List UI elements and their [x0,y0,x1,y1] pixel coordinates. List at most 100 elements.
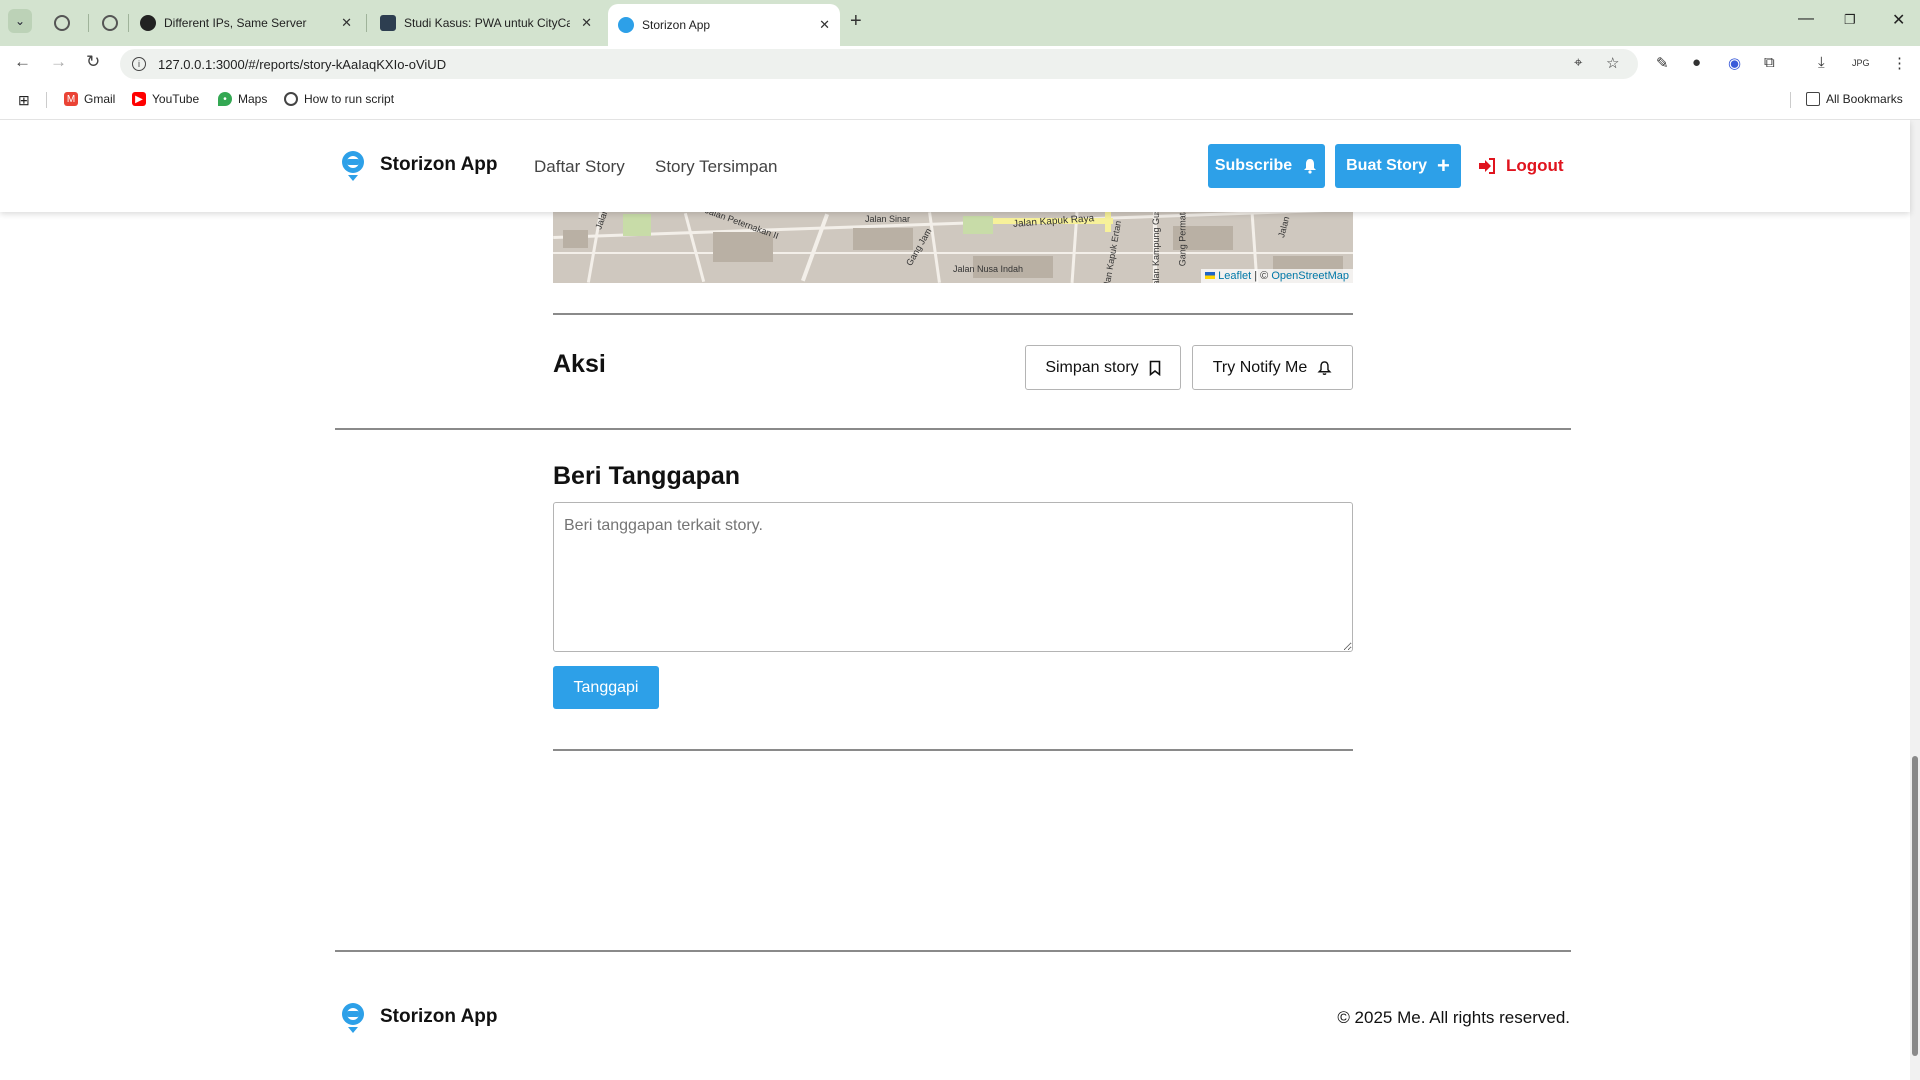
reload-icon[interactable]: ↻ [86,52,100,72]
download-icon[interactable]: ⤓ [1818,54,1825,71]
bookmark-icon [1149,360,1160,376]
subscribe-label: Subscribe [1214,157,1293,174]
folder-icon [1806,92,1820,106]
create-story-label: Buat Story [1346,157,1428,174]
divider [553,313,1353,315]
tab-search-icon[interactable]: ⌄ [8,9,32,33]
all-bookmarks-label: All Bookmarks [1826,92,1903,106]
nav-daftar-story[interactable]: Daftar Story [534,157,625,177]
page-scrollbar[interactable] [1910,120,1920,1080]
tab-1[interactable] [44,6,84,40]
forward-icon[interactable]: → [50,52,67,72]
menu-icon[interactable]: ⋮ [1892,54,1907,72]
bell-icon [1304,159,1317,174]
location-icon[interactable]: ⌖ [1574,54,1582,71]
star-icon[interactable]: ☆ [1606,54,1619,72]
pen-icon[interactable]: ✎ [1656,54,1669,72]
submit-comment-button[interactable]: Tanggapi [553,666,659,709]
leaflet-link[interactable]: Leaflet [1218,270,1251,282]
browser-toolbar: ← → ↻ i 127.0.0.1:3000/#/reports/story-k… [0,46,1920,80]
apps-icon[interactable]: ⊞ [18,92,30,109]
bookmark-maps[interactable]: • Maps [218,92,267,106]
footer-brand-name: Storizon App [380,1006,498,1027]
logout-button[interactable]: Logout [1478,156,1564,176]
minimize-button[interactable]: — [1798,10,1814,28]
tab-3[interactable]: Different IPs, Same Server ✕ [130,6,362,40]
bookmarks-bar: ⊞ M Gmail ▶ YouTube • Maps How to run sc… [0,80,1920,120]
bookmark-script[interactable]: How to run script [284,92,394,106]
page-viewport: Storizon App Daftar Story Story Tersimpa… [0,120,1920,1080]
story-map[interactable]: Jalan Jalan Peternakan II Jalan Sinar Ja… [553,212,1353,283]
map-attribution: Leaflet | © OpenStreetMap [1201,269,1353,283]
bookmark-label: Gmail [84,92,116,106]
comment-title: Beri Tanggapan [553,462,741,490]
maps-icon: • [218,92,232,106]
close-icon[interactable]: ✕ [341,15,352,31]
bell-icon [1317,360,1332,375]
tab-2[interactable] [92,6,132,40]
restore-button[interactable]: ❐ [1844,12,1856,28]
scrollbar-thumb[interactable] [1912,756,1918,1056]
subscribe-button[interactable]: Subscribe [1208,144,1325,188]
site-info-icon[interactable]: i [132,57,146,71]
new-tab-button[interactable]: + [850,10,862,33]
url-text: 127.0.0.1:3000/#/reports/story-kAaIaqKXI… [158,56,447,72]
comment-textarea[interactable] [553,502,1353,652]
map-label: Jalan Sinar [865,214,911,224]
brand-name: Storizon App [380,154,498,175]
bookmark-label: YouTube [152,92,200,106]
storizon-logo-icon [342,151,364,181]
back-icon[interactable]: ← [14,52,31,72]
map-label: Gang Permata [1177,212,1188,267]
bookmark-label: Maps [238,92,268,106]
copyright-text: © 2025 Me. All rights reserved. [1337,1008,1570,1027]
save-story-button[interactable]: Simpan story [1025,345,1181,390]
close-icon[interactable]: ✕ [819,17,830,33]
extension-icon[interactable]: ● [1692,54,1701,71]
osm-link[interactable]: OpenStreetMap [1271,270,1349,282]
nav-story-tersimpan[interactable]: Story Tersimpan [655,157,778,177]
browser-tab-bar: ⌄ Different IPs, Same Server ✕ Studi Kas… [0,0,1920,46]
actions-title: Aksi [553,350,606,378]
youtube-icon: ▶ [132,92,146,106]
bookmark-youtube[interactable]: ▶ YouTube [132,92,199,106]
tab-active[interactable]: Storizon App ✕ [608,4,840,46]
logout-label: Logout [1506,156,1564,175]
save-story-label: Simpan story [1045,358,1139,376]
globe-icon [54,15,70,31]
close-icon[interactable]: ✕ [581,15,592,31]
plus-icon: + [1437,153,1450,178]
divider [335,428,1571,430]
app-header: Storizon App Daftar Story Story Tersimpa… [0,120,1910,212]
storizon-logo-icon [342,1003,364,1033]
try-notify-label: Try Notify Me [1212,358,1308,376]
extension-icon[interactable]: ◉ [1728,54,1741,72]
footer-brand[interactable]: Storizon App [338,1000,498,1034]
map-label: Jalan [1276,215,1292,239]
chatgpt-icon [140,15,156,31]
map-label: Jalan [593,212,611,231]
close-window-button[interactable]: ✕ [1892,10,1905,30]
map-label: Jalan Kapuk Raya [1012,213,1095,230]
globe-icon [102,15,118,31]
tab-4[interactable]: Studi Kasus: PWA untuk CityCar ✕ [370,6,602,40]
try-notify-button[interactable]: Try Notify Me [1192,345,1353,390]
create-story-button[interactable]: Buat Story + [1335,144,1461,188]
tab-title: Storizon App [642,18,711,32]
address-bar[interactable]: i 127.0.0.1:3000/#/reports/story-kAaIaqK… [120,49,1638,79]
bookmark-label: How to run script [304,92,395,106]
logout-icon [1479,158,1495,174]
bookmark-gmail[interactable]: M Gmail [64,92,115,106]
tab-title: Studi Kasus: PWA untuk CityCar [404,16,570,30]
all-bookmarks[interactable]: All Bookmarks [1806,92,1903,106]
attribution-separator: | © [1251,270,1272,282]
dicoding-icon [380,15,396,31]
profile-avatar[interactable]: JPG [1852,58,1870,68]
map-label: Jalan Kampung Gusti [1151,212,1162,283]
gmail-icon: M [64,92,78,106]
map-label: Jalan Nusa Indah [953,264,1024,274]
tab-title: Different IPs, Same Server [164,16,307,30]
brand[interactable]: Storizon App [338,148,498,182]
puzzle-icon[interactable]: ⧉ [1764,54,1775,71]
globe-icon [284,92,298,106]
